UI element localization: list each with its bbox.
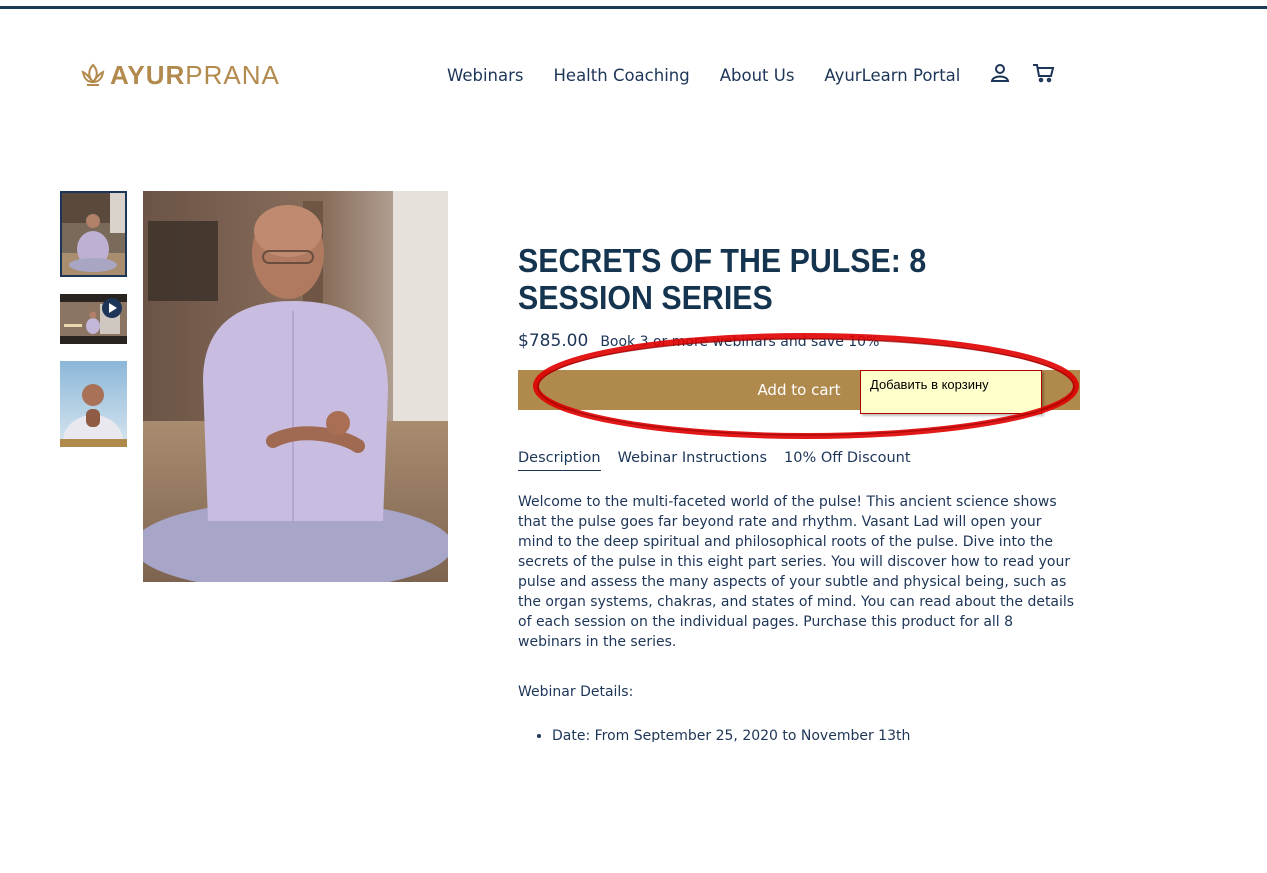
product-title: SECRETS OF THE PULSE: 8 SESSION SERIES — [518, 242, 927, 316]
main-nav: Webinars Health Coaching About Us AyurLe… — [447, 63, 1078, 88]
translation-tooltip: Добавить в корзину — [860, 370, 1042, 414]
nav-webinars[interactable]: Webinars — [447, 66, 524, 85]
nav-ayurlearn-portal[interactable]: AyurLearn Portal — [824, 66, 960, 85]
product-tabs: Description Webinar Instructions 10% Off… — [518, 450, 911, 471]
brand-logo[interactable]: AYURPRANA — [80, 60, 280, 90]
nav-health-coaching[interactable]: Health Coaching — [554, 66, 690, 85]
product-thumbnail-1[interactable] — [60, 191, 127, 277]
webinar-details-list: Date: From September 25, 2020 to Novembe… — [518, 726, 1112, 742]
price-row: $785.00 Book 3 or more webinars and save… — [518, 331, 879, 351]
tab-webinar-instructions[interactable]: Webinar Instructions — [618, 450, 767, 471]
product-main-image[interactable] — [143, 191, 448, 582]
promo-text: Book 3 or more webinars and save 10% — [600, 334, 880, 350]
product-video-thumbnail[interactable] — [60, 294, 127, 344]
product-description: Welcome to the multi-faceted world of th… — [518, 494, 1075, 650]
tab-description[interactable]: Description — [518, 450, 601, 471]
lotus-logo-icon — [81, 63, 105, 86]
cart-icon[interactable] — [1032, 63, 1056, 88]
nav-about-us[interactable]: About Us — [720, 66, 795, 85]
add-to-cart-label: Add to cart — [757, 381, 841, 399]
top-border — [0, 6, 1267, 9]
product-price: $785.00 — [518, 331, 589, 351]
tab-discount[interactable]: 10% Off Discount — [784, 450, 911, 471]
product-thumbnail-3[interactable] — [60, 361, 127, 447]
list-item: Date: From September 25, 2020 to Novembe… — [552, 726, 1112, 742]
webinar-details-heading: Webinar Details: — [518, 684, 634, 700]
brand-wordmark: AYURPRANA — [110, 59, 280, 90]
account-icon[interactable] — [990, 63, 1010, 88]
